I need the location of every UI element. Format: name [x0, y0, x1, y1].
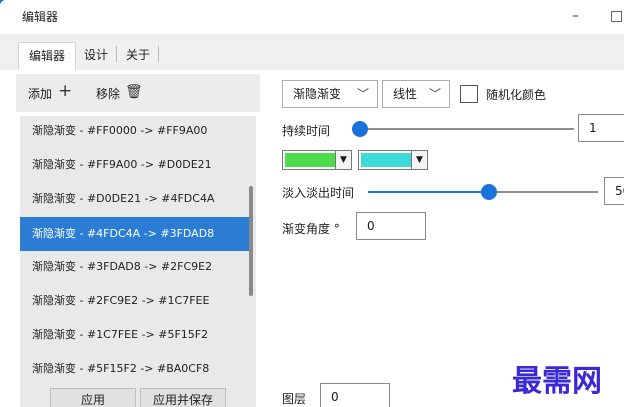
list-item[interactable]: 渐隐渐变 - #FF9A00 -> #D0DE21 [20, 150, 250, 180]
trash-icon[interactable]: 🗑 [125, 84, 143, 100]
chevron-down-icon[interactable]: ▼ [411, 151, 427, 169]
effects-list[interactable]: 渐隐渐变 - #FF0000 -> #FF9A00 渐隐渐变 - #FF9A00… [20, 116, 256, 407]
add-button[interactable]: 添加 [28, 85, 52, 102]
fade-slider-fill [368, 191, 483, 193]
list-scrollbar[interactable] [249, 186, 253, 296]
minimize-button[interactable]: – [572, 8, 579, 24]
layer-input[interactable]: 0 [320, 383, 390, 407]
fade-slider-thumb[interactable] [481, 184, 497, 200]
tab-editor[interactable]: 编辑器 [18, 42, 77, 71]
effect-select[interactable]: 渐隐渐变 ﹀ [282, 80, 378, 108]
start-color-swatch [285, 153, 335, 167]
angle-input[interactable]: 0 [356, 212, 426, 240]
chevron-down-icon: ﹀ [356, 87, 369, 101]
remove-button[interactable]: 移除 [96, 85, 120, 102]
tab-about[interactable]: 关于 [116, 42, 160, 70]
randomize-checkbox[interactable] [460, 85, 478, 103]
tab-bar: 编辑器 设计 关于 [0, 34, 624, 71]
list-item[interactable]: 渐隐渐变 - #3FDAD8 -> #2FC9E2 [20, 252, 250, 282]
duration-slider-thumb[interactable] [352, 121, 368, 137]
duration-label: 持续时间 [282, 124, 331, 138]
watermark-logo: 最需网 [512, 364, 602, 399]
plus-icon[interactable]: + [58, 81, 72, 101]
layer-label: 图层 [282, 392, 307, 406]
randomize-label: 随机化颜色 [486, 88, 547, 102]
title-bar: 编辑器 – □ [0, 0, 624, 34]
duration-slider-track[interactable] [354, 128, 574, 130]
editor-window: 编辑器 – □ 编辑器 设计 关于 添加 + 移除 🗑 渐隐渐变 - #FF00… [0, 0, 624, 407]
easing-select-value: 线性 [393, 87, 418, 101]
apply-button[interactable]: 应用 [50, 388, 136, 407]
start-color-picker[interactable]: ▼ [282, 150, 352, 170]
effects-panel: 添加 + 移除 🗑 渐隐渐变 - #FF0000 -> #FF9A00 渐隐渐变… [16, 70, 260, 407]
chevron-down-icon[interactable]: ▼ [335, 151, 351, 169]
effect-select-value: 渐隐渐变 [293, 87, 342, 101]
list-toolbar: 添加 + 移除 🗑 [16, 74, 260, 112]
chevron-down-icon: ﹀ [428, 87, 441, 101]
easing-select[interactable]: 线性 ﹀ [382, 80, 450, 108]
fade-label: 淡入淡出时间 [282, 186, 355, 200]
tab-separator [158, 46, 159, 62]
end-color-picker[interactable]: ▼ [358, 150, 428, 170]
end-color-swatch [361, 153, 411, 167]
fade-input[interactable]: 50 [604, 177, 624, 205]
list-item-selected[interactable]: 渐隐渐变 - #4FDC4A -> #3FDAD8 [20, 217, 250, 251]
tab-design[interactable]: 设计 [74, 42, 118, 70]
list-item[interactable]: 渐隐渐变 - #FF0000 -> #FF9A00 [20, 116, 250, 146]
maximize-button[interactable]: □ [610, 8, 623, 24]
angle-label: 渐变角度 ° [282, 222, 340, 236]
list-item[interactable]: 渐隐渐变 - #2FC9E2 -> #1C7FEE [20, 286, 250, 316]
window-title: 编辑器 [22, 10, 59, 24]
list-item[interactable]: 渐隐渐变 - #5F15F2 -> #BA0CF8 [20, 354, 250, 384]
list-item[interactable]: 渐隐渐变 - #D0DE21 -> #4FDC4A [20, 184, 250, 214]
duration-input[interactable]: 1 [578, 114, 624, 142]
apply-save-button[interactable]: 应用并保存 [140, 388, 226, 407]
list-item[interactable]: 渐隐渐变 - #1C7FEE -> #5F15F2 [20, 320, 250, 350]
